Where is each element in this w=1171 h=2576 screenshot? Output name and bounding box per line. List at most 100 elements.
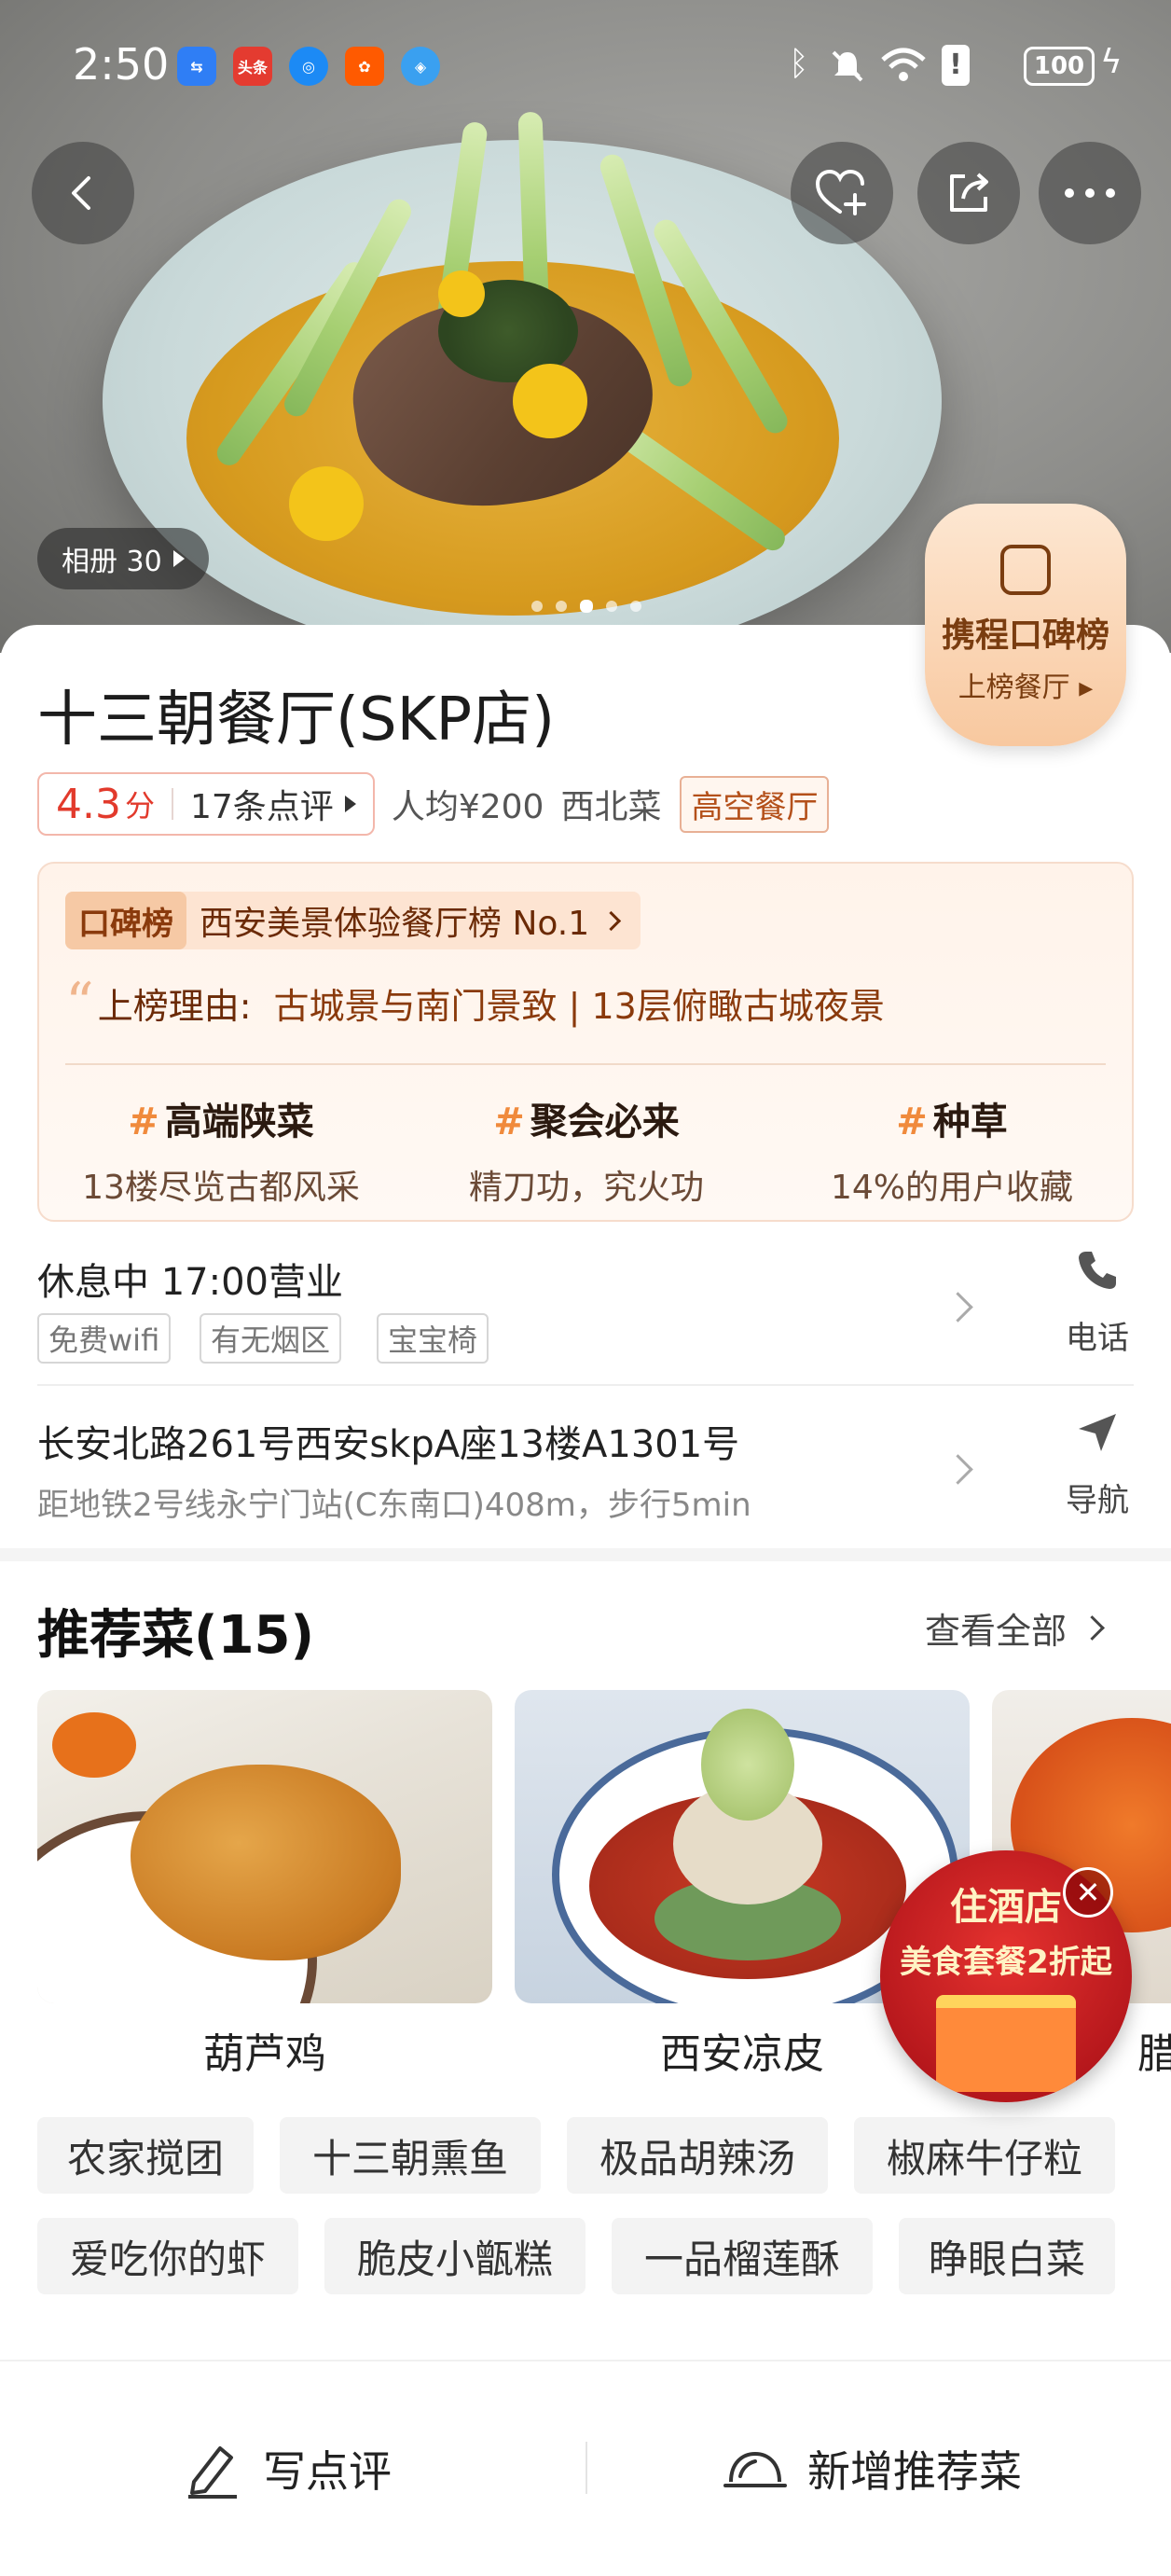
dish-chip[interactable]: 一品榴莲酥 bbox=[612, 2218, 873, 2294]
hashtag-icon: # bbox=[493, 1101, 525, 1143]
ranking-title: 西安美景体验餐厅榜 No.1 bbox=[200, 905, 590, 943]
business-hours: 休息中 17:00营业 bbox=[37, 1261, 343, 1304]
recommended-title: 推荐菜(15) bbox=[37, 1605, 315, 1666]
taobao-icon: ✿ bbox=[345, 47, 384, 86]
ranking-reason: “ 上榜理由: 古城景与南门景致 | 13层俯瞰古城夜景 bbox=[65, 970, 885, 1036]
highlight-item: # 聚会必来 精刀功，究火功 bbox=[414, 1091, 759, 1209]
phone-icon bbox=[1079, 1252, 1116, 1289]
divider bbox=[172, 788, 173, 820]
share-button[interactable] bbox=[917, 142, 1020, 244]
feature-tag: 有无烟区 bbox=[200, 1313, 342, 1364]
review-count: 17条点评 bbox=[190, 788, 334, 826]
dish-chip[interactable]: 农家搅团 bbox=[37, 2117, 254, 2194]
phone-label: 电话 bbox=[1066, 1320, 1129, 1357]
see-all-label: 查看全部 bbox=[925, 1611, 1068, 1652]
dish-chip[interactable]: 十三朝熏鱼 bbox=[280, 2117, 541, 2194]
dish-chip[interactable]: 椒麻牛仔粒 bbox=[854, 2117, 1115, 2194]
food-cloche-icon bbox=[723, 2451, 787, 2487]
see-all-link[interactable]: 查看全部 bbox=[925, 1602, 1105, 1654]
back-button[interactable] bbox=[32, 142, 134, 244]
ctrip-badge-title: 携程口碑榜 bbox=[941, 616, 1109, 655]
write-review-label: 写点评 bbox=[263, 2446, 392, 2497]
close-ad-button[interactable]: ✕ bbox=[1063, 1867, 1113, 1918]
battery-indicator: 100 bbox=[1024, 47, 1095, 86]
storefront-icon bbox=[936, 1995, 1076, 2092]
feature-tag: 宝宝椅 bbox=[377, 1313, 489, 1364]
quote-icon: “ bbox=[65, 970, 94, 1036]
ctrip-badge-action: 上榜餐厅 ▸ bbox=[957, 672, 1094, 704]
pager-dot bbox=[531, 601, 543, 612]
pencil-icon bbox=[188, 2446, 237, 2499]
write-review-button[interactable]: 写点评 bbox=[183, 2436, 392, 2501]
phone-button[interactable]: 电话 bbox=[1046, 1246, 1149, 1358]
browser-icon: ◎ bbox=[289, 47, 328, 86]
dish-chip[interactable]: 爱吃你的虾 bbox=[37, 2218, 298, 2294]
wifi-icon bbox=[881, 48, 926, 81]
favorite-button[interactable] bbox=[791, 142, 893, 244]
album-button[interactable]: 相册 30 bbox=[37, 528, 209, 589]
highlight-desc: 14%的用户收藏 bbox=[830, 1169, 1074, 1207]
photo-pager bbox=[531, 600, 641, 613]
ranking-logo: 口碑榜 bbox=[65, 892, 186, 949]
flower-garnish bbox=[438, 270, 485, 317]
address-line: 长安北路261号西安skpA座13楼A1301号 bbox=[37, 1423, 740, 1466]
divider bbox=[65, 1063, 1106, 1065]
sim-alert-icon: ! bbox=[942, 45, 970, 86]
hashtag-icon: # bbox=[896, 1101, 928, 1143]
toutiao-icon: 头条 bbox=[233, 47, 272, 86]
highlight-desc: 精刀功，究火功 bbox=[468, 1169, 704, 1207]
heart-add-icon bbox=[815, 169, 866, 215]
mute-bell-icon bbox=[832, 50, 863, 82]
feature-tag: 免费wifi bbox=[37, 1313, 172, 1364]
ranking-link[interactable]: 口碑榜 西安美景体验餐厅榜 No.1 bbox=[65, 892, 641, 949]
play-triangle-icon bbox=[172, 550, 185, 567]
dish-chip[interactable]: 脆皮小甑糕 bbox=[324, 2218, 586, 2294]
highlight-item: # 高端陕菜 13楼尽览古都风采 bbox=[48, 1091, 393, 1209]
album-label: 相册 30 bbox=[62, 546, 162, 578]
dish-card[interactable] bbox=[37, 1690, 492, 2003]
pager-dot bbox=[630, 601, 641, 612]
pager-dot bbox=[606, 601, 617, 612]
chevron-right-icon bbox=[1080, 1615, 1105, 1641]
highlight-title: 高端陕菜 bbox=[164, 1101, 314, 1143]
navigate-button[interactable]: 导航 bbox=[1046, 1408, 1149, 1520]
bluetooth-icon: ᛒ bbox=[789, 45, 809, 83]
score-reviews-button[interactable]: 4.3 分 17条点评 bbox=[37, 772, 375, 836]
add-dish-button[interactable]: 新增推荐菜 bbox=[723, 2436, 1022, 2501]
highlight-title: 种草 bbox=[932, 1101, 1008, 1143]
flower-garnish bbox=[289, 466, 364, 541]
share-icon bbox=[950, 173, 988, 212]
divider bbox=[586, 2442, 587, 2494]
usb-icon: ⇆ bbox=[177, 47, 216, 86]
add-dish-label: 新增推荐菜 bbox=[807, 2446, 1022, 2497]
pager-dot bbox=[556, 601, 567, 612]
charging-icon: ϟ bbox=[1100, 43, 1123, 81]
ctrip-ranking-badge[interactable]: 携程口碑榜 上榜餐厅 ▸ bbox=[925, 504, 1126, 746]
caret-right-icon bbox=[344, 796, 356, 812]
reason-label: 上榜理由: bbox=[97, 986, 252, 1027]
status-time: 2:50 bbox=[73, 39, 170, 90]
restaurant-name: 十三朝餐厅(SKP店) bbox=[37, 686, 556, 755]
rating-row: 4.3 分 17条点评 人均¥200 西北菜 高空餐厅 bbox=[37, 770, 830, 838]
highlight-title: 聚会必来 bbox=[530, 1101, 680, 1143]
ad-line2: 美食套餐2折起 bbox=[900, 1944, 1112, 1981]
cuisine: 西北菜 bbox=[560, 788, 662, 826]
highlight-item: # 种草 14%的用户收藏 bbox=[779, 1091, 1124, 1209]
flower-garnish bbox=[513, 364, 587, 438]
chevron-right-icon bbox=[601, 910, 622, 931]
score-value: 4.3 bbox=[56, 780, 121, 828]
section-divider bbox=[0, 1548, 1171, 1561]
compass-icon: ◈ bbox=[401, 47, 440, 86]
more-button[interactable] bbox=[1039, 142, 1141, 244]
navigate-label: 导航 bbox=[1066, 1482, 1129, 1519]
pager-dot-active bbox=[580, 600, 593, 613]
more-dots-icon bbox=[1065, 188, 1115, 198]
dish-name: 葫芦鸡 bbox=[203, 2030, 326, 2078]
status-bar: 2:50 ⇆ 头条 ◎ ✿ ◈ ᛒ ! 100 ϟ bbox=[0, 0, 1171, 131]
close-icon: ✕ bbox=[1075, 1875, 1101, 1910]
dish-chip[interactable]: 极品胡辣汤 bbox=[567, 2117, 828, 2194]
dish-chip[interactable]: 睁眼白菜 bbox=[899, 2218, 1115, 2294]
greens-garnish bbox=[701, 1709, 794, 1821]
navigation-arrow-icon bbox=[1079, 1414, 1116, 1451]
score-unit: 分 bbox=[124, 788, 155, 824]
